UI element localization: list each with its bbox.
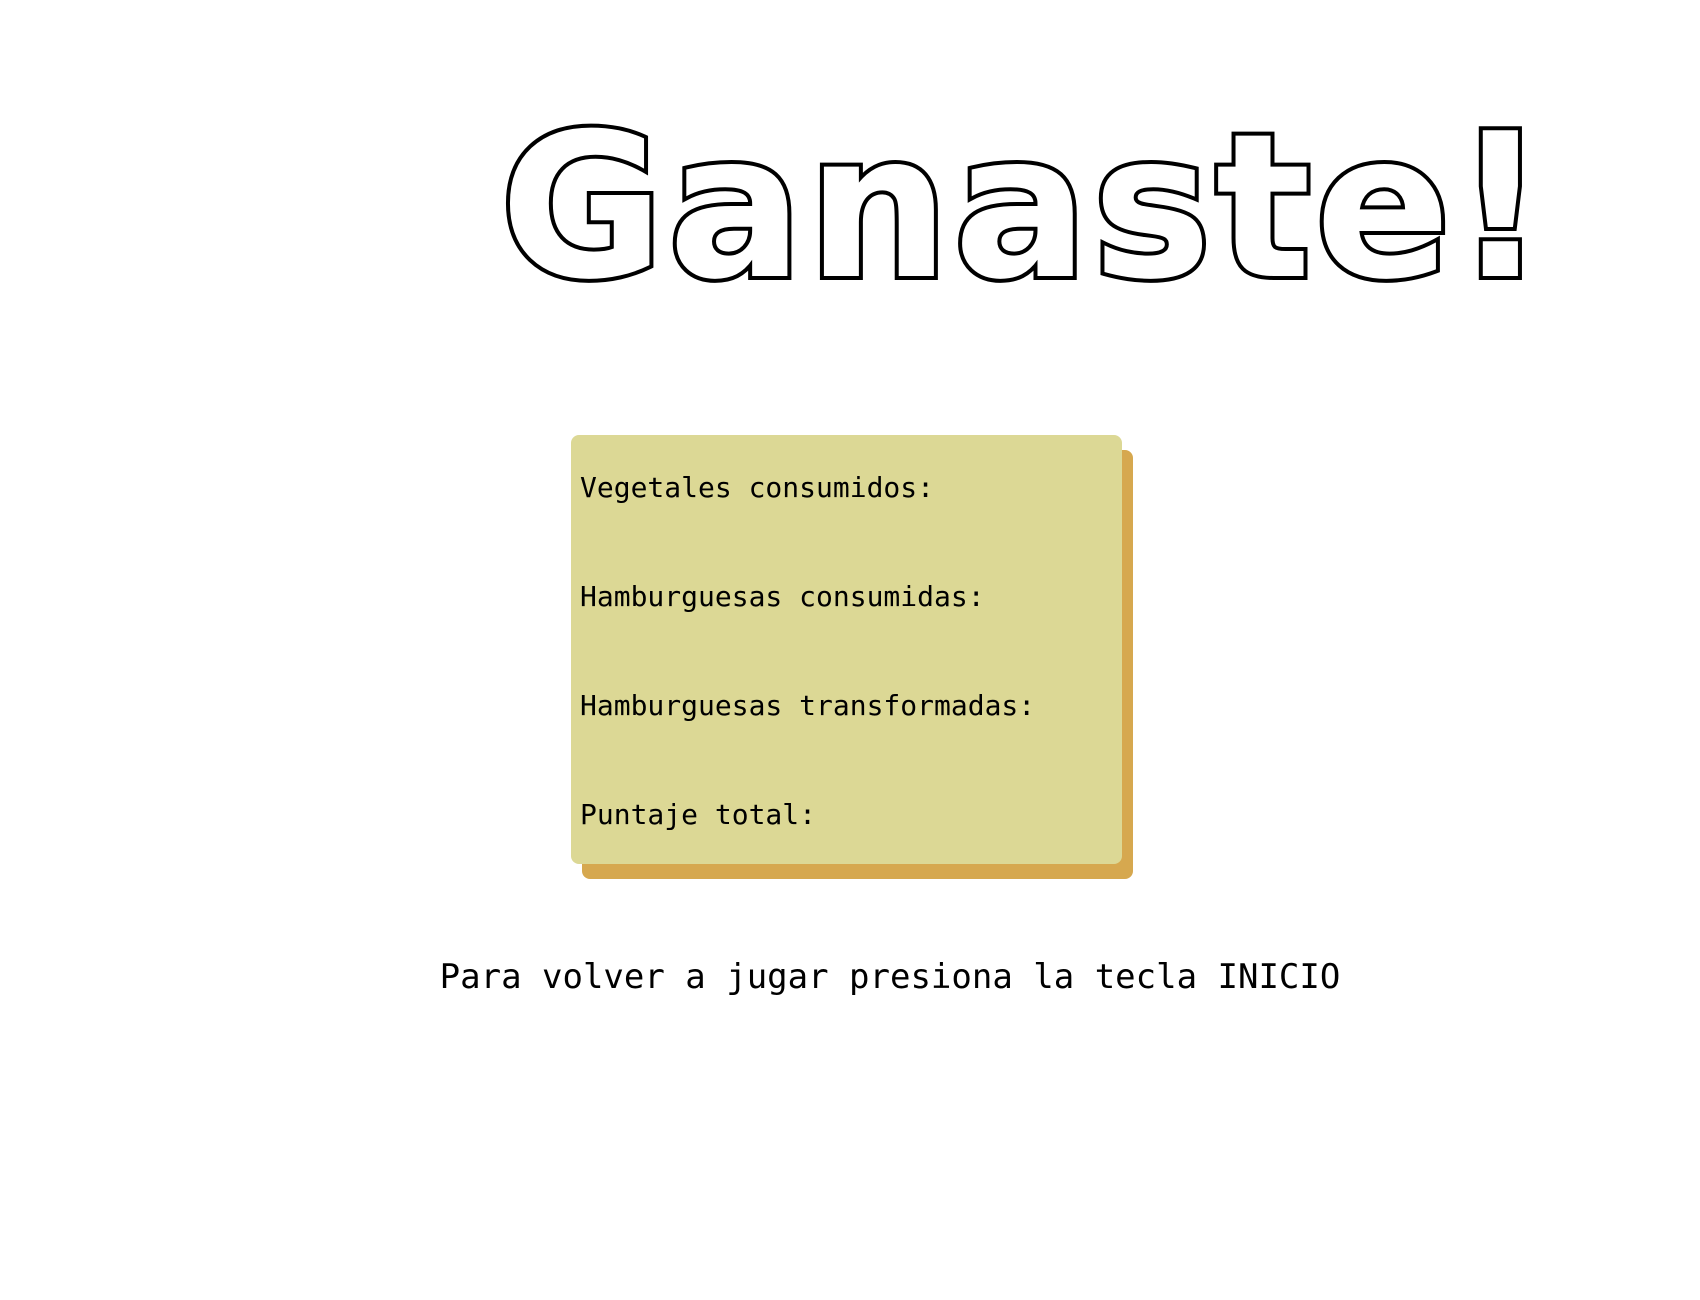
- restart-hint: Para volver a jugar presiona la tecla IN…: [439, 957, 1341, 997]
